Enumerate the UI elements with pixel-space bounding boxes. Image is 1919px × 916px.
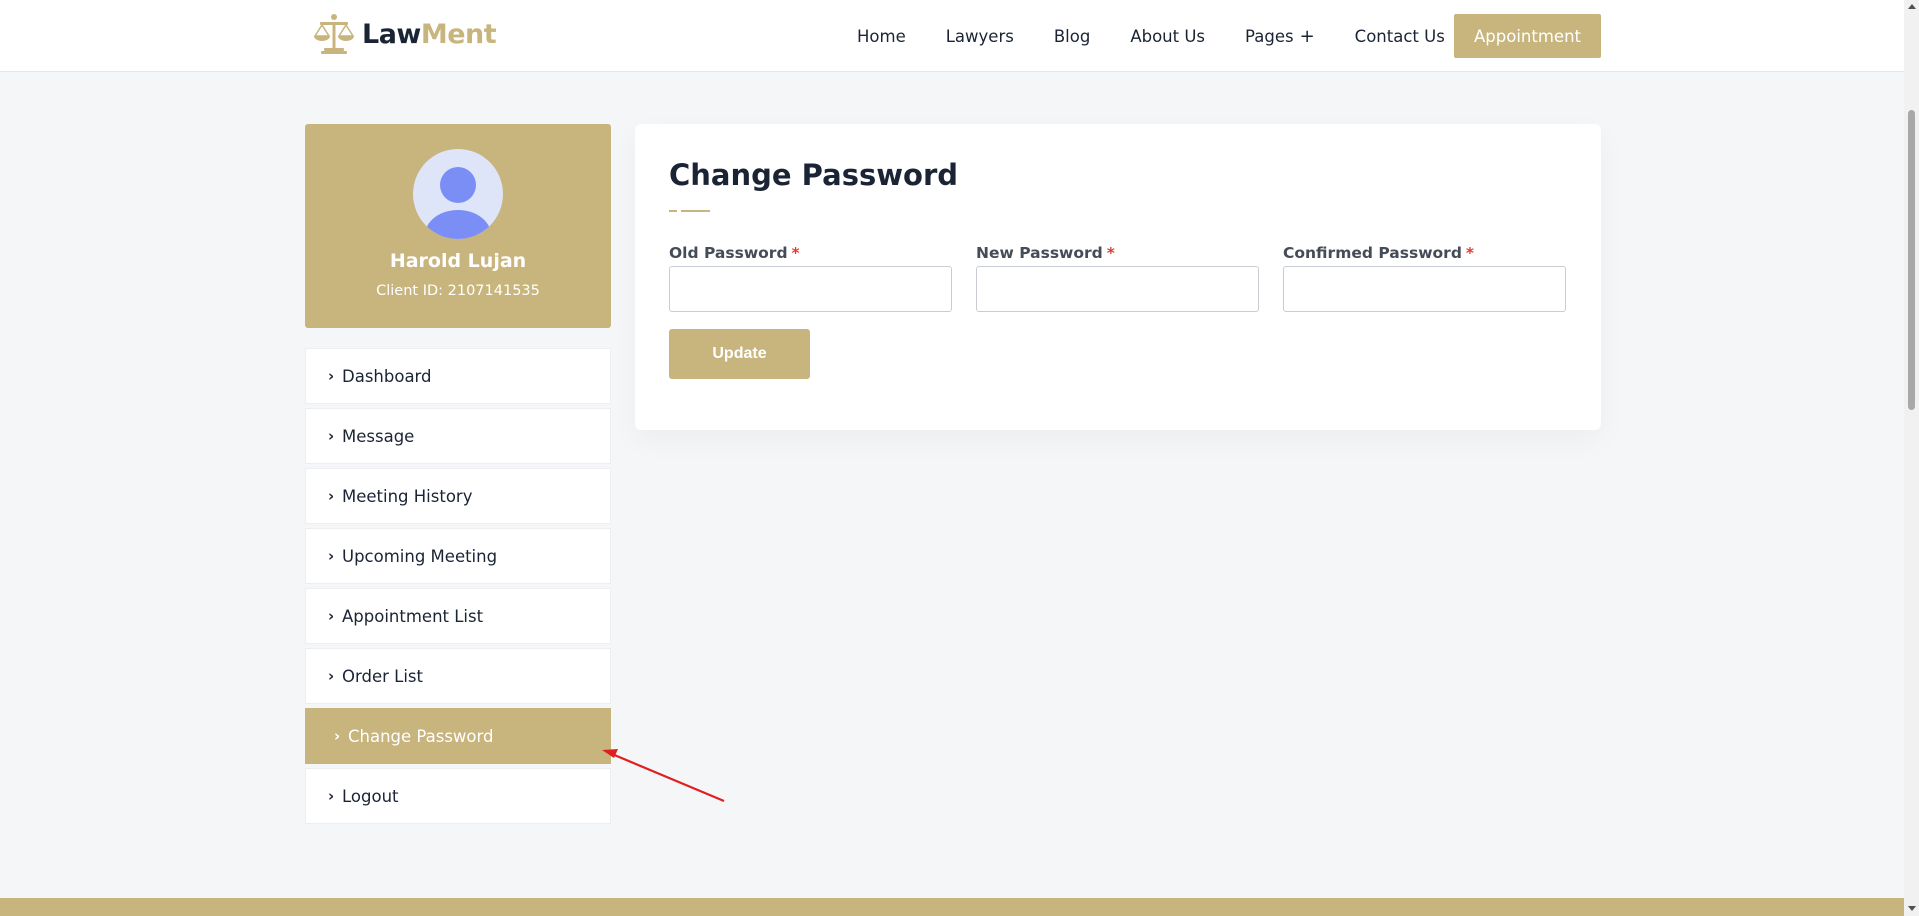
confirmed-password-field[interactable] <box>1283 266 1566 312</box>
brand-name: LawMent <box>362 18 497 50</box>
profile-card: Harold Lujan Client ID: 2107141535 <box>305 124 611 328</box>
required-mark: * <box>791 244 800 262</box>
chevron-right-icon: › <box>328 547 335 565</box>
menu-item-label: Order List <box>342 666 423 686</box>
site-header: LawMent Home Lawyers Blog About Us Pages… <box>0 0 1904 72</box>
required-mark: * <box>1106 244 1115 262</box>
page-title: Change Password <box>669 158 959 192</box>
brand-logo[interactable]: LawMent <box>312 12 497 56</box>
confirmed-password-group: Confirmed Password * <box>1283 244 1566 312</box>
chevron-right-icon: › <box>328 607 335 625</box>
old-password-field[interactable] <box>669 266 952 312</box>
change-password-card: Change Password Old Password * New Passwo… <box>635 124 1601 430</box>
scroll-down-arrow-icon[interactable] <box>1908 906 1916 911</box>
nav-pages-label: Pages <box>1245 26 1294 46</box>
nav-pages[interactable]: Pages + <box>1245 26 1315 47</box>
update-button[interactable]: Update <box>669 329 810 379</box>
confirmed-password-label: Confirmed Password * <box>1283 244 1566 262</box>
title-underline <box>669 210 710 229</box>
old-password-label: Old Password * <box>669 244 952 262</box>
menu-item-label: Message <box>342 426 415 446</box>
nav-lawyers[interactable]: Lawyers <box>946 27 1014 46</box>
menu-item-logout[interactable]: › Logout <box>305 768 611 824</box>
chevron-right-icon: › <box>328 427 335 445</box>
menu-item-order-list[interactable]: › Order List <box>305 648 611 704</box>
scales-of-justice-icon <box>313 14 355 54</box>
menu-item-label: Logout <box>342 786 399 806</box>
chevron-right-icon: › <box>328 367 335 385</box>
menu-item-label: Change Password <box>348 726 494 746</box>
chevron-right-icon: › <box>328 787 335 805</box>
scroll-up-arrow-icon[interactable] <box>1908 4 1916 9</box>
menu-item-dashboard[interactable]: › Dashboard <box>305 348 611 404</box>
nav-home[interactable]: Home <box>857 27 906 46</box>
nav-contact-us[interactable]: Contact Us <box>1355 27 1445 46</box>
scroll-thumb[interactable] <box>1908 110 1915 410</box>
page-scrollbar[interactable] <box>1904 0 1919 916</box>
confirmed-password-label-text: Confirmed Password <box>1283 244 1462 262</box>
menu-item-label: Appointment List <box>342 606 484 626</box>
required-mark: * <box>1465 244 1475 262</box>
new-password-group: New Password * <box>976 244 1259 312</box>
old-password-group: Old Password * <box>669 244 952 312</box>
appointment-button[interactable]: Appointment <box>1454 14 1601 58</box>
menu-item-message[interactable]: › Message <box>305 408 611 464</box>
menu-item-label: Dashboard <box>342 366 432 386</box>
old-password-label-text: Old Password <box>669 244 788 262</box>
menu-item-change-password[interactable]: › Change Password <box>305 708 611 764</box>
menu-item-upcoming-meeting[interactable]: › Upcoming Meeting <box>305 528 611 584</box>
chevron-right-icon: › <box>328 487 335 505</box>
avatar <box>413 149 503 239</box>
menu-item-appointment-list[interactable]: › Appointment List <box>305 588 611 644</box>
nav-blog[interactable]: Blog <box>1054 27 1090 46</box>
plus-icon: + <box>1299 25 1315 47</box>
nav-about-us[interactable]: About Us <box>1130 27 1205 46</box>
user-avatar-icon <box>425 167 491 239</box>
brand-name-part2: Ment <box>420 18 497 50</box>
account-menu: › Dashboard › Message › Meeting History › Up… <box>305 348 611 828</box>
new-password-label-text: New Password <box>976 244 1103 262</box>
menu-item-label: Upcoming Meeting <box>342 546 498 566</box>
new-password-field[interactable] <box>976 266 1259 312</box>
chevron-right-icon: › <box>334 727 341 745</box>
new-password-label: New Password * <box>976 244 1259 262</box>
client-id: Client ID: 2107141535 <box>376 283 540 299</box>
chevron-right-icon: › <box>328 667 335 685</box>
main-nav: Home Lawyers Blog About Us Pages + Contac… <box>857 14 1485 58</box>
profile-name: Harold Lujan <box>389 250 527 272</box>
menu-item-meeting-history[interactable]: › Meeting History <box>305 468 611 524</box>
menu-item-label: Meeting History <box>342 486 473 506</box>
brand-name-part1: Law <box>362 18 421 50</box>
footer-strip <box>0 898 1904 916</box>
